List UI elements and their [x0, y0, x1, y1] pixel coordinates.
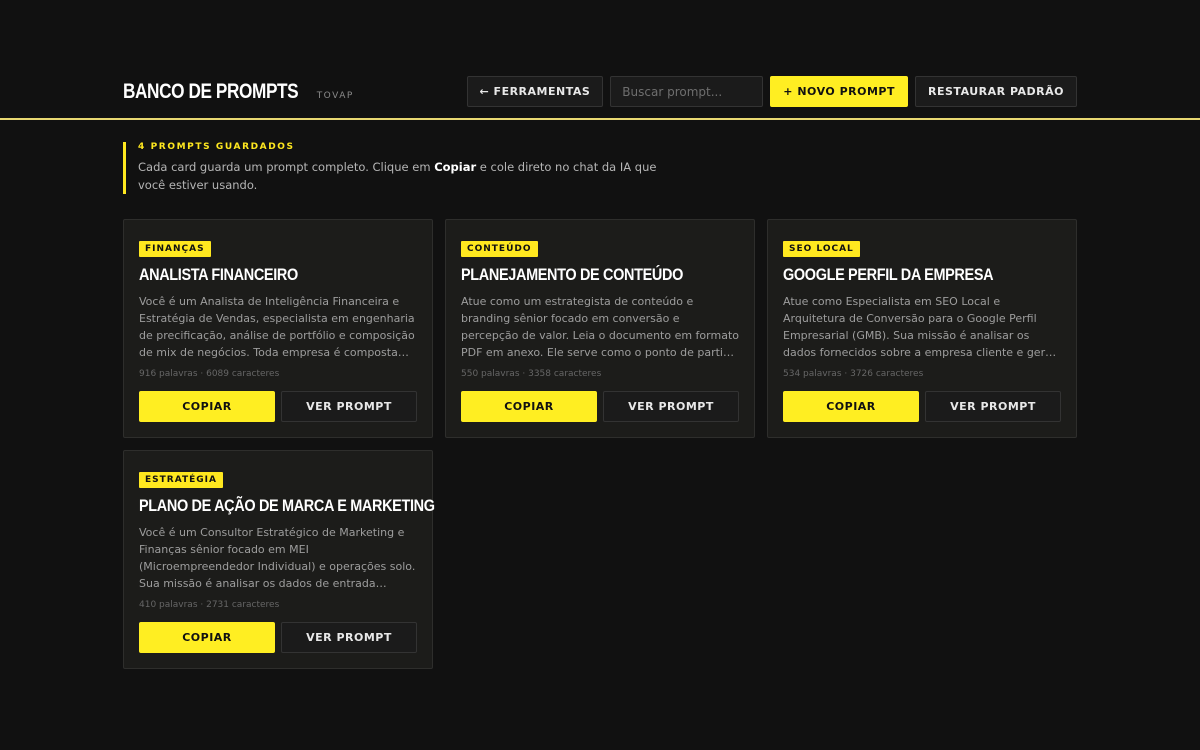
copy-button[interactable]: Copiar: [461, 391, 597, 422]
restore-default-button[interactable]: Restaurar Padrão: [915, 76, 1077, 107]
prompt-card: SEO Local Google Perfil da Empresa Atue …: [767, 219, 1077, 438]
tools-back-button[interactable]: ← Ferramentas: [466, 76, 604, 107]
copy-button[interactable]: Copiar: [139, 622, 275, 653]
category-tag: Conteúdo: [461, 241, 538, 257]
prompt-grid: Finanças Analista Financeiro Você é um A…: [123, 219, 1077, 669]
card-description: Você é um Analista de Inteligência Finan…: [139, 295, 415, 359]
card-title: Plano de Ação de Marca e Marketing: [139, 496, 435, 515]
category-tag: Estratégia: [139, 472, 223, 488]
header-actions: ← Ferramentas + Novo Prompt Restaurar Pa…: [466, 76, 1077, 107]
intro-callout: 4 Prompts Guardados Cada card guarda um …: [123, 142, 683, 194]
brand: Banco de Prompts TOVAP: [123, 80, 354, 104]
intro-text: Cada card guarda um prompt completo. Cli…: [138, 158, 683, 194]
card-actions: Copiar Ver Prompt: [139, 391, 417, 422]
new-prompt-button[interactable]: + Novo Prompt: [770, 76, 909, 107]
brand-subtitle: TOVAP: [316, 91, 354, 101]
card-title: Planejamento de Conteúdo: [461, 265, 683, 284]
view-prompt-button[interactable]: Ver Prompt: [281, 391, 417, 422]
card-meta: 534 palavras · 3726 caracteres: [783, 369, 924, 379]
copy-button[interactable]: Copiar: [783, 391, 919, 422]
card-meta: 550 palavras · 3358 caracteres: [461, 369, 602, 379]
view-prompt-button[interactable]: Ver Prompt: [925, 391, 1061, 422]
page-title: Banco de Prompts: [123, 80, 299, 103]
prompt-card: Conteúdo Planejamento de Conteúdo Atue c…: [445, 219, 755, 438]
card-description: Você é um Consultor Estratégico de Marke…: [139, 526, 416, 590]
card-actions: Copiar Ver Prompt: [461, 391, 739, 422]
prompt-card: Estratégia Plano de Ação de Marca e Mark…: [123, 450, 435, 669]
card-title: Google Perfil da Empresa: [783, 265, 994, 284]
card-description: Atue como Especialista em SEO Local e Ar…: [783, 295, 1057, 359]
card-meta: 916 palavras · 6089 caracteres: [139, 369, 280, 379]
card-actions: Copiar Ver Prompt: [139, 622, 417, 653]
app-header: Banco de Prompts TOVAP ← Ferramentas + N…: [0, 0, 1200, 120]
card-meta: 410 palavras · 2731 caracteres: [139, 600, 280, 610]
prompt-count: 4 Prompts Guardados: [138, 142, 295, 152]
copy-button[interactable]: Copiar: [139, 391, 275, 422]
view-prompt-button[interactable]: Ver Prompt: [603, 391, 739, 422]
prompt-card: Finanças Analista Financeiro Você é um A…: [123, 219, 433, 438]
card-description: Atue como um estrategista de conteúdo e …: [461, 295, 739, 359]
category-tag: Finanças: [139, 241, 211, 257]
card-title: Analista Financeiro: [139, 265, 298, 284]
card-actions: Copiar Ver Prompt: [783, 391, 1061, 422]
view-prompt-button[interactable]: Ver Prompt: [281, 622, 417, 653]
intro-text-start: Cada card guarda um prompt completo. Cli…: [138, 160, 435, 174]
search-input[interactable]: [610, 76, 764, 107]
category-tag: SEO Local: [783, 241, 860, 257]
intro-text-bold: Copiar: [434, 160, 477, 174]
